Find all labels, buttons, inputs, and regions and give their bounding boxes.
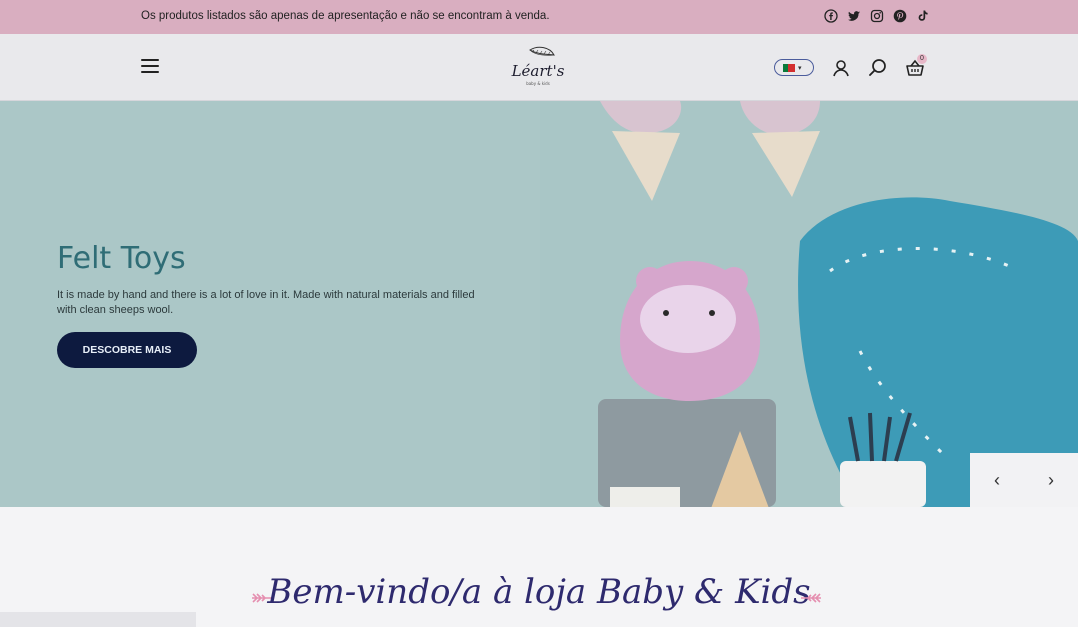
- hero-title: Felt Toys: [57, 241, 186, 276]
- user-icon[interactable]: [831, 58, 851, 78]
- tiktok-icon[interactable]: [916, 9, 930, 23]
- chevron-left-icon[interactable]: ‹: [970, 453, 1024, 507]
- hero-description: It is made by hand and there is a lot of…: [57, 289, 475, 316]
- welcome-title: Bem-vindo/a à loja Baby & Kids: [267, 572, 811, 612]
- chevron-down-icon: ▾: [798, 64, 802, 72]
- top-announcement-bar: Os produtos listados são apenas de apres…: [0, 0, 1078, 34]
- portugal-flag-icon: [783, 63, 795, 72]
- instagram-icon[interactable]: [870, 9, 884, 23]
- facebook-icon[interactable]: [824, 9, 838, 23]
- language-selector[interactable]: ▾: [774, 59, 814, 76]
- chevron-right-icon[interactable]: ›: [1024, 453, 1078, 507]
- svg-text:baby & kids: baby & kids: [526, 81, 550, 86]
- menu-icon[interactable]: [141, 59, 159, 75]
- hero-slider: Felt Toys It is made by hand and there i…: [0, 101, 1078, 507]
- twitter-icon[interactable]: [847, 9, 861, 23]
- svg-text:Léart's: Léart's: [511, 62, 565, 80]
- site-header: Léart's baby & kids ▾ 0: [0, 34, 1078, 101]
- leaf-ornament-icon: [800, 592, 822, 604]
- announcement-text: Os produtos listados são apenas de apres…: [141, 10, 550, 22]
- slider-navigation: ‹ ›: [970, 453, 1078, 507]
- pinterest-icon[interactable]: [893, 9, 907, 23]
- cart-count-badge: 0: [917, 54, 927, 64]
- basket-icon[interactable]: 0: [905, 54, 927, 78]
- discover-more-button[interactable]: DESCOBRE MAIS: [57, 332, 197, 368]
- welcome-section: Bem-vindo/a à loja Baby & Kids: [0, 507, 1078, 627]
- site-logo[interactable]: Léart's baby & kids: [508, 44, 568, 92]
- social-links: [824, 9, 930, 23]
- search-icon[interactable]: [868, 58, 888, 78]
- bottom-strip: [0, 612, 196, 627]
